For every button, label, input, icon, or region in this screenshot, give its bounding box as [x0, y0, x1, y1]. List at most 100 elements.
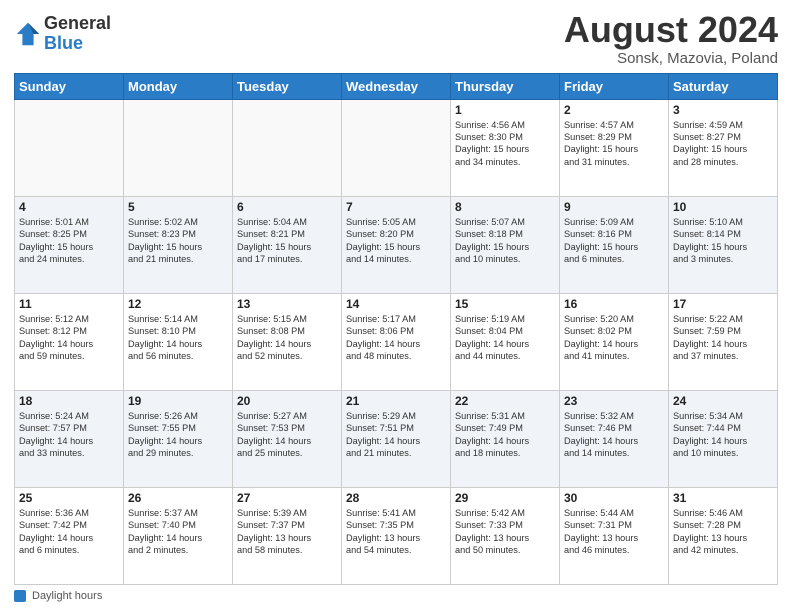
day-info: Sunrise: 5:26 AM Sunset: 7:55 PM Dayligh… [128, 410, 228, 460]
table-row [342, 99, 451, 196]
day-info: Sunrise: 4:56 AM Sunset: 8:30 PM Dayligh… [455, 119, 555, 169]
table-row: 18 Sunrise: 5:24 AM Sunset: 7:57 PM Dayli… [15, 390, 124, 487]
day-number: 24 [673, 394, 773, 408]
footer-dot-icon [14, 590, 26, 602]
day-number: 7 [346, 200, 446, 214]
day-info: Sunrise: 5:22 AM Sunset: 7:59 PM Dayligh… [673, 313, 773, 363]
col-saturday: Saturday [669, 73, 778, 99]
day-number: 22 [455, 394, 555, 408]
table-row: 17 Sunrise: 5:22 AM Sunset: 7:59 PM Dayli… [669, 293, 778, 390]
day-number: 25 [19, 491, 119, 505]
logo-blue-text: Blue [44, 34, 111, 54]
logo-icon [14, 20, 42, 48]
table-row: 1 Sunrise: 4:56 AM Sunset: 8:30 PM Daylig… [451, 99, 560, 196]
table-row: 7 Sunrise: 5:05 AM Sunset: 8:20 PM Daylig… [342, 196, 451, 293]
title-block: August 2024 Sonsk, Mazovia, Poland [564, 10, 778, 67]
day-number: 18 [19, 394, 119, 408]
day-number: 3 [673, 103, 773, 117]
header: General Blue August 2024 Sonsk, Mazovia,… [14, 10, 778, 67]
day-info: Sunrise: 5:09 AM Sunset: 8:16 PM Dayligh… [564, 216, 664, 266]
col-wednesday: Wednesday [342, 73, 451, 99]
day-info: Sunrise: 5:39 AM Sunset: 7:37 PM Dayligh… [237, 507, 337, 557]
day-info: Sunrise: 5:04 AM Sunset: 8:21 PM Dayligh… [237, 216, 337, 266]
day-number: 29 [455, 491, 555, 505]
table-row: 22 Sunrise: 5:31 AM Sunset: 7:49 PM Dayli… [451, 390, 560, 487]
table-row: 15Sunrise: 5:19 AM Sunset: 8:04 PM Dayli… [451, 293, 560, 390]
calendar-week-row: 11Sunrise: 5:12 AM Sunset: 8:12 PM Dayli… [15, 293, 778, 390]
day-number: 4 [19, 200, 119, 214]
day-number: 1 [455, 103, 555, 117]
day-number: 31 [673, 491, 773, 505]
table-row: 31 Sunrise: 5:46 AM Sunset: 7:28 PM Dayli… [669, 487, 778, 584]
day-info: Sunrise: 5:37 AM Sunset: 7:40 PM Dayligh… [128, 507, 228, 557]
day-number: 28 [346, 491, 446, 505]
day-info: Sunrise: 5:01 AM Sunset: 8:25 PM Dayligh… [19, 216, 119, 266]
day-number: 6 [237, 200, 337, 214]
table-row: 2Sunrise: 4:57 AM Sunset: 8:29 PM Daylig… [560, 99, 669, 196]
table-row [15, 99, 124, 196]
day-number: 26 [128, 491, 228, 505]
day-info: Sunrise: 5:05 AM Sunset: 8:20 PM Dayligh… [346, 216, 446, 266]
footer-label: Daylight hours [32, 590, 102, 602]
table-row: 20Sunrise: 5:27 AM Sunset: 7:53 PM Dayli… [233, 390, 342, 487]
table-row: 5 Sunrise: 5:02 AM Sunset: 8:23 PM Daylig… [124, 196, 233, 293]
day-info: Sunrise: 5:42 AM Sunset: 7:33 PM Dayligh… [455, 507, 555, 557]
table-row: 25 Sunrise: 5:36 AM Sunset: 7:42 PM Dayli… [15, 487, 124, 584]
day-number: 10 [673, 200, 773, 214]
day-info: Sunrise: 4:57 AM Sunset: 8:29 PM Dayligh… [564, 119, 664, 169]
table-row: 23Sunrise: 5:32 AM Sunset: 7:46 PM Dayli… [560, 390, 669, 487]
table-row: 12Sunrise: 5:14 AM Sunset: 8:10 PM Dayli… [124, 293, 233, 390]
day-number: 13 [237, 297, 337, 311]
day-info: Sunrise: 5:36 AM Sunset: 7:42 PM Dayligh… [19, 507, 119, 557]
table-row: 13 Sunrise: 5:15 AM Sunset: 8:08 PM Dayli… [233, 293, 342, 390]
footer: Daylight hours [14, 590, 778, 602]
day-info: Sunrise: 5:19 AM Sunset: 8:04 PM Dayligh… [455, 313, 555, 363]
calendar-week-row: 4 Sunrise: 5:01 AM Sunset: 8:25 PM Daylig… [15, 196, 778, 293]
day-number: 14 [346, 297, 446, 311]
page: General Blue August 2024 Sonsk, Mazovia,… [0, 0, 792, 612]
table-row [233, 99, 342, 196]
day-number: 27 [237, 491, 337, 505]
day-info: Sunrise: 5:41 AM Sunset: 7:35 PM Dayligh… [346, 507, 446, 557]
subtitle: Sonsk, Mazovia, Poland [564, 50, 778, 67]
table-row: 14 Sunrise: 5:17 AM Sunset: 8:06 PM Dayli… [342, 293, 451, 390]
logo: General Blue [14, 14, 111, 54]
day-number: 19 [128, 394, 228, 408]
day-number: 5 [128, 200, 228, 214]
day-info: Sunrise: 5:24 AM Sunset: 7:57 PM Dayligh… [19, 410, 119, 460]
day-info: Sunrise: 5:27 AM Sunset: 7:53 PM Dayligh… [237, 410, 337, 460]
calendar-table: Sunday Monday Tuesday Wednesday Thursday… [14, 73, 778, 585]
day-info: Sunrise: 5:46 AM Sunset: 7:28 PM Dayligh… [673, 507, 773, 557]
day-info: Sunrise: 5:31 AM Sunset: 7:49 PM Dayligh… [455, 410, 555, 460]
day-info: Sunrise: 5:20 AM Sunset: 8:02 PM Dayligh… [564, 313, 664, 363]
day-info: Sunrise: 4:59 AM Sunset: 8:27 PM Dayligh… [673, 119, 773, 169]
day-info: Sunrise: 5:17 AM Sunset: 8:06 PM Dayligh… [346, 313, 446, 363]
table-row: 11Sunrise: 5:12 AM Sunset: 8:12 PM Dayli… [15, 293, 124, 390]
day-number: 17 [673, 297, 773, 311]
table-row: 16Sunrise: 5:20 AM Sunset: 8:02 PM Dayli… [560, 293, 669, 390]
col-thursday: Thursday [451, 73, 560, 99]
day-info: Sunrise: 5:29 AM Sunset: 7:51 PM Dayligh… [346, 410, 446, 460]
table-row: 9Sunrise: 5:09 AM Sunset: 8:16 PM Daylig… [560, 196, 669, 293]
day-info: Sunrise: 5:07 AM Sunset: 8:18 PM Dayligh… [455, 216, 555, 266]
table-row: 30Sunrise: 5:44 AM Sunset: 7:31 PM Dayli… [560, 487, 669, 584]
calendar-week-row: 1 Sunrise: 4:56 AM Sunset: 8:30 PM Daylig… [15, 99, 778, 196]
day-number: 12 [128, 297, 228, 311]
table-row: 29 Sunrise: 5:42 AM Sunset: 7:33 PM Dayli… [451, 487, 560, 584]
day-number: 8 [455, 200, 555, 214]
calendar-week-row: 18 Sunrise: 5:24 AM Sunset: 7:57 PM Dayli… [15, 390, 778, 487]
day-info: Sunrise: 5:15 AM Sunset: 8:08 PM Dayligh… [237, 313, 337, 363]
table-row: 24Sunrise: 5:34 AM Sunset: 7:44 PM Dayli… [669, 390, 778, 487]
table-row [124, 99, 233, 196]
table-row: 26 Sunrise: 5:37 AM Sunset: 7:40 PM Dayli… [124, 487, 233, 584]
main-title: August 2024 [564, 10, 778, 50]
col-tuesday: Tuesday [233, 73, 342, 99]
table-row: 21Sunrise: 5:29 AM Sunset: 7:51 PM Dayli… [342, 390, 451, 487]
day-info: Sunrise: 5:02 AM Sunset: 8:23 PM Dayligh… [128, 216, 228, 266]
table-row: 28 Sunrise: 5:41 AM Sunset: 7:35 PM Dayli… [342, 487, 451, 584]
table-row: 8 Sunrise: 5:07 AM Sunset: 8:18 PM Daylig… [451, 196, 560, 293]
day-number: 23 [564, 394, 664, 408]
table-row: 3 Sunrise: 4:59 AM Sunset: 8:27 PM Daylig… [669, 99, 778, 196]
table-row: 27 Sunrise: 5:39 AM Sunset: 7:37 PM Dayli… [233, 487, 342, 584]
day-info: Sunrise: 5:10 AM Sunset: 8:14 PM Dayligh… [673, 216, 773, 266]
